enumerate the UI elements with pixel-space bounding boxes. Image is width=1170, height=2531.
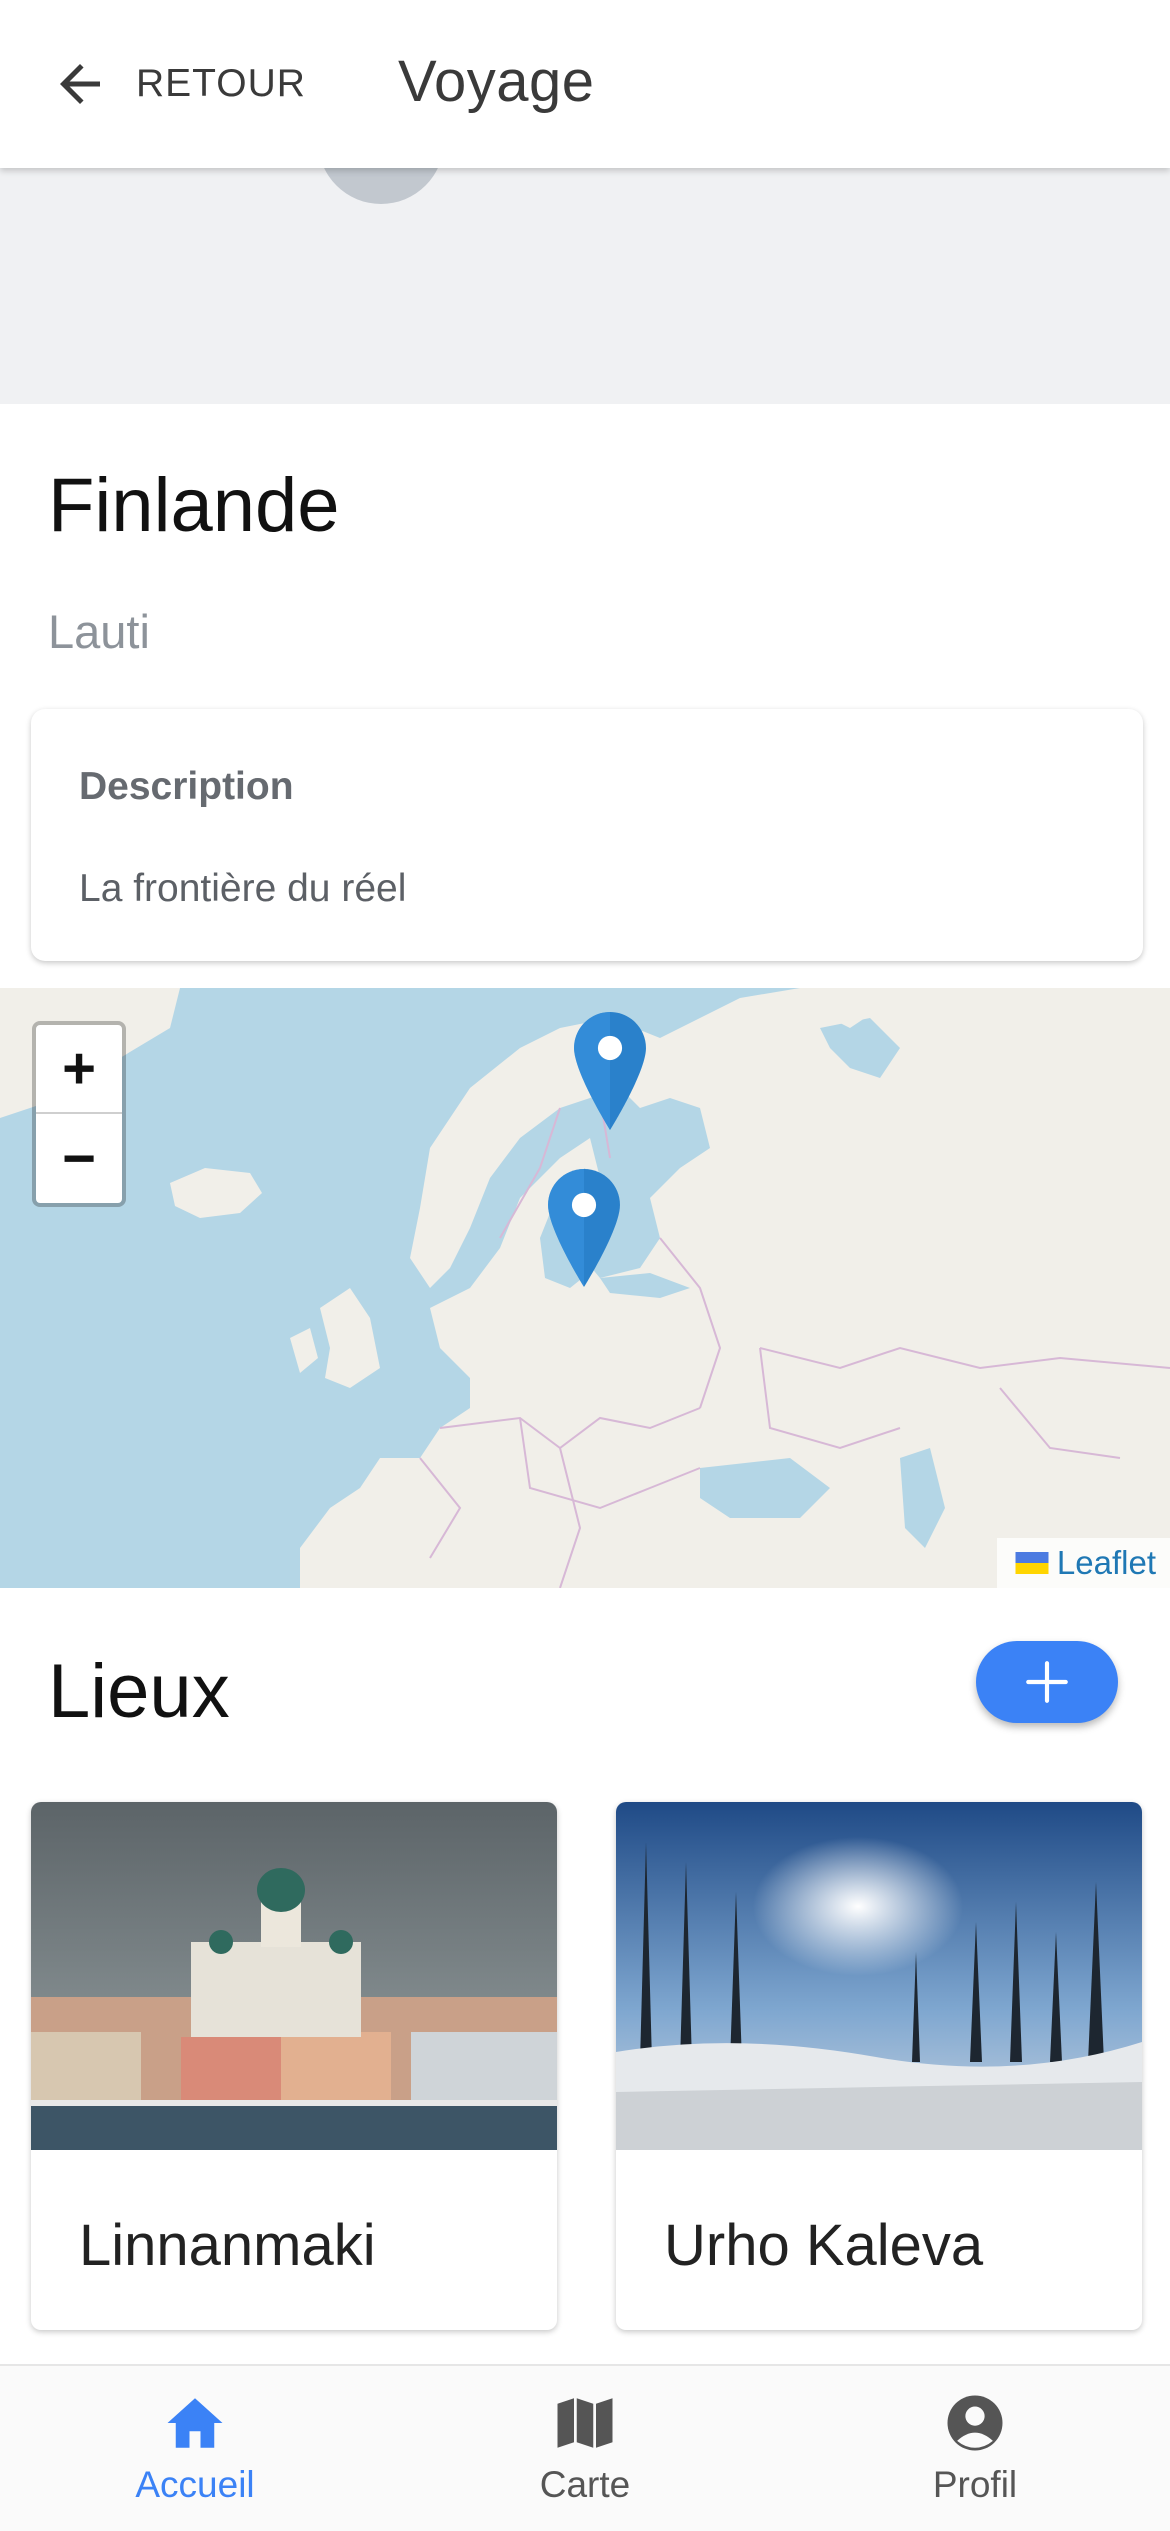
profile-icon xyxy=(947,2395,1003,2451)
nav-label: Profil xyxy=(932,2464,1018,2505)
map-marker-lapland[interactable] xyxy=(572,1012,648,1130)
trip-title: Finlande xyxy=(48,463,340,548)
zoom-out-button[interactable]: − xyxy=(36,1114,122,1203)
place-name: Urho Kaleva xyxy=(664,2213,984,2278)
description-heading: Description xyxy=(79,765,294,808)
nav-label: Carte xyxy=(539,2464,631,2505)
page-title: Voyage xyxy=(398,49,595,114)
plus-icon xyxy=(1026,1661,1068,1703)
nav-label: Accueil xyxy=(135,2464,255,2505)
place-image-snowy-forest xyxy=(616,1802,1142,2150)
map-marker-helsinki[interactable] xyxy=(546,1169,622,1287)
home-icon xyxy=(167,2398,223,2448)
zoom-in-button[interactable]: + xyxy=(36,1025,122,1114)
place-card-linnanmaki[interactable]: Linnanmaki xyxy=(31,1802,557,2330)
map-icon xyxy=(557,2398,613,2448)
trip-cover-image xyxy=(0,168,1170,404)
arrow-left-icon xyxy=(60,64,100,104)
description-text: La frontière du réel xyxy=(79,867,407,910)
place-card-urho-kaleva[interactable]: Urho Kaleva xyxy=(616,1802,1142,2330)
add-place-button[interactable] xyxy=(976,1641,1118,1723)
nav-item-home[interactable]: Accueil xyxy=(75,2390,315,2516)
back-button[interactable]: RETOUR xyxy=(50,52,306,116)
map-zoom-control: + − xyxy=(32,1021,126,1207)
leaflet-link[interactable]: Leaflet xyxy=(1057,1544,1156,1582)
places-heading: Lieux xyxy=(48,1649,230,1734)
nav-item-map[interactable]: Carte xyxy=(465,2390,705,2516)
place-image-helsinki-cathedral xyxy=(31,1802,557,2150)
trip-map[interactable] xyxy=(0,988,1170,1588)
back-label: RETOUR xyxy=(136,62,306,105)
description-card: Description La frontière du réel xyxy=(31,709,1143,961)
place-name: Linnanmaki xyxy=(79,2213,376,2278)
ukraine-flag-icon xyxy=(1015,1552,1049,1574)
nav-item-profile[interactable]: Profil xyxy=(855,2390,1095,2516)
map-attribution: Leaflet xyxy=(996,1538,1170,1588)
cover-placeholder-shape xyxy=(318,168,444,204)
app-bar: RETOUR Voyage xyxy=(0,0,1170,168)
trip-owner: Lauti xyxy=(48,605,150,658)
